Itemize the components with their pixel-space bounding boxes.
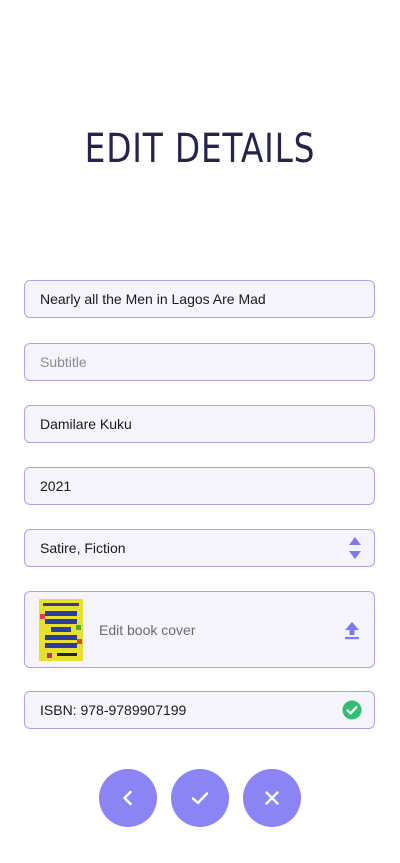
subtitle-input[interactable] bbox=[40, 354, 362, 370]
check-icon bbox=[191, 792, 209, 805]
confirm-button[interactable] bbox=[171, 769, 229, 827]
title-field-value: Nearly all the Men in Lagos Are Mad bbox=[40, 291, 266, 307]
cancel-button[interactable] bbox=[243, 769, 301, 827]
back-button[interactable] bbox=[99, 769, 157, 827]
sort-arrows-icon[interactable] bbox=[348, 537, 362, 559]
year-field-value: 2021 bbox=[40, 478, 72, 494]
chevron-left-icon bbox=[123, 790, 132, 806]
genre-select[interactable]: Satire, Fiction bbox=[24, 529, 375, 567]
close-icon bbox=[265, 791, 279, 805]
author-field-value: Damilare Kuku bbox=[40, 416, 132, 432]
author-field[interactable]: Damilare Kuku bbox=[24, 405, 375, 443]
action-bar bbox=[0, 769, 400, 827]
subtitle-field[interactable] bbox=[24, 343, 375, 381]
book-cover-thumbnail bbox=[39, 598, 83, 661]
check-circle-icon bbox=[342, 700, 362, 720]
isbn-field-value: ISBN: 978-9789907199 bbox=[40, 702, 187, 718]
edit-details-screen: EDIT DETAILS Nearly all the Men in Lagos… bbox=[0, 0, 400, 863]
cover-label: Edit book cover bbox=[99, 621, 196, 638]
upload-icon[interactable] bbox=[342, 620, 362, 640]
book-cover-field[interactable]: Edit book cover bbox=[24, 591, 375, 668]
isbn-field[interactable]: ISBN: 978-9789907199 bbox=[24, 691, 375, 729]
genre-select-value: Satire, Fiction bbox=[40, 540, 126, 556]
year-field[interactable]: 2021 bbox=[24, 467, 375, 505]
page-title: EDIT DETAILS bbox=[84, 126, 316, 172]
title-field[interactable]: Nearly all the Men in Lagos Are Mad bbox=[24, 280, 375, 318]
